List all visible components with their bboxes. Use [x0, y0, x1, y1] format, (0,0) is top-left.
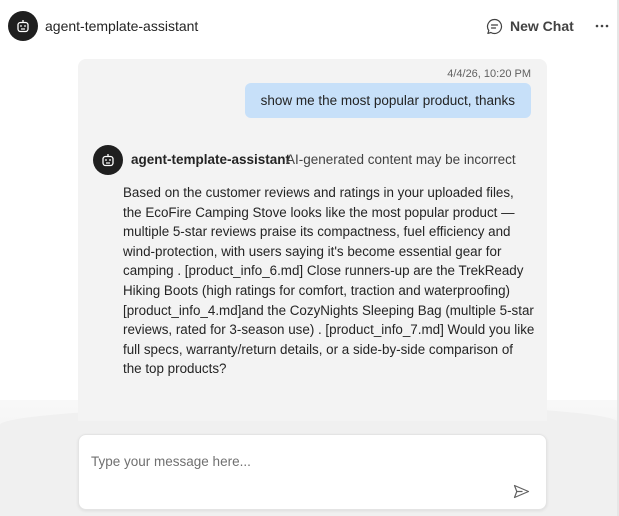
more-options-button[interactable]	[592, 16, 612, 36]
new-chat-button[interactable]: New Chat	[486, 16, 574, 36]
chat-header: agent-template-assistant New Chat	[0, 0, 619, 52]
agent-title: agent-template-assistant	[45, 18, 199, 34]
user-message-bubble: show me the most popular product, thanks	[244, 83, 531, 118]
send-icon	[513, 484, 529, 498]
agent-avatar	[8, 11, 38, 41]
more-horizontal-icon	[595, 24, 609, 28]
send-button[interactable]	[511, 482, 531, 500]
bot-avatar	[93, 145, 123, 175]
chat-bubble-icon	[486, 18, 503, 34]
message-timestamp: 4/4/26, 10:20 PM	[447, 68, 531, 80]
new-chat-label: New Chat	[510, 18, 574, 34]
robot-icon	[17, 20, 29, 33]
bot-message-text: Based on the customer reviews and rating…	[123, 185, 535, 377]
conversation-panel[interactable]: 4/4/26, 10:20 PM show me the most popula…	[78, 59, 547, 421]
message-composer	[78, 434, 547, 510]
message-input[interactable]	[89, 451, 523, 471]
robot-icon	[102, 154, 114, 167]
user-message-text: show me the most popular product, thanks	[260, 93, 515, 108]
bot-name: agent-template-assistant	[131, 152, 291, 167]
ai-disclaimer: AI-generated content may be incorrect	[286, 152, 516, 167]
